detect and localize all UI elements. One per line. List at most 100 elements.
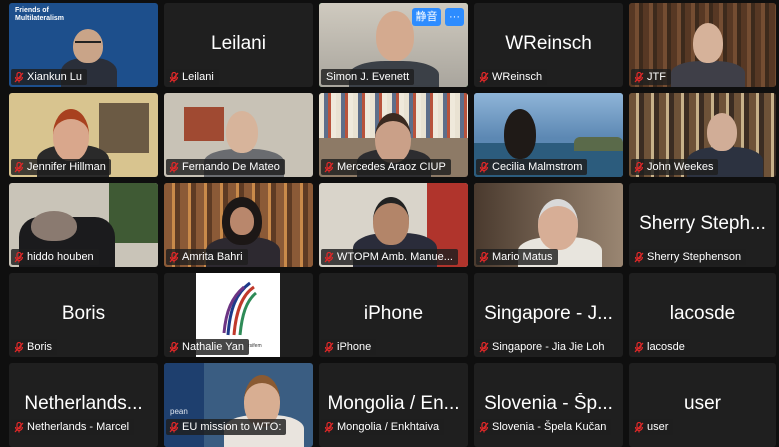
participant-name-label: lacosde bbox=[631, 339, 690, 355]
participant-tile[interactable]: Slovenia - Šp... Slovenia - Špela Kučan bbox=[474, 363, 623, 447]
participant-name: Jennifer Hillman bbox=[27, 161, 106, 173]
participant-name-label: John Weekes bbox=[631, 159, 719, 175]
participant-tile[interactable]: WTOPM Amb. Manue... bbox=[319, 183, 468, 267]
more-options-button[interactable]: ··· bbox=[445, 8, 464, 26]
video-person bbox=[707, 113, 737, 151]
participant-tile[interactable]: Netherlands... Netherlands - Marcel bbox=[9, 363, 158, 447]
video-person bbox=[538, 199, 578, 250]
participant-tile-title: lacosde bbox=[669, 303, 736, 325]
participant-name-label: WTOPM Amb. Manue... bbox=[321, 249, 458, 265]
participant-name: Fernando De Mateo bbox=[182, 161, 280, 173]
participant-name: Mario Matus bbox=[492, 251, 553, 263]
participant-name: Simon J. Evenett bbox=[326, 71, 410, 83]
participant-name-label: Mario Matus bbox=[476, 249, 558, 265]
participant-tile[interactable]: Fernando De Mateo bbox=[164, 93, 313, 177]
participant-name: iPhone bbox=[337, 341, 372, 353]
participant-tile[interactable]: WReinsch WReinsch bbox=[474, 3, 623, 87]
participant-name-label: Fernando De Mateo bbox=[166, 159, 285, 175]
participant-name: lacosde bbox=[647, 341, 685, 353]
muted-mic-icon bbox=[479, 341, 489, 353]
muted-mic-icon bbox=[479, 421, 489, 433]
muted-mic-icon bbox=[14, 161, 24, 173]
participant-tile[interactable]: JTF bbox=[629, 3, 776, 87]
video-person bbox=[504, 109, 536, 159]
participant-tile[interactable]: Mongolia / En... Mongolia / Enkhtaiva bbox=[319, 363, 468, 447]
muted-mic-icon bbox=[479, 71, 489, 83]
muted-mic-icon bbox=[634, 251, 644, 263]
participant-tile[interactable]: Amrita Bahri bbox=[164, 183, 313, 267]
participant-name: Leilani bbox=[182, 71, 214, 83]
video-background bbox=[99, 103, 149, 153]
participant-name: hiddo houben bbox=[27, 251, 94, 263]
participant-tile[interactable]: Sherry Steph... Sherry Stephenson bbox=[629, 183, 776, 267]
participant-tile-title: user bbox=[684, 393, 721, 415]
mute-button[interactable]: 静音 bbox=[412, 8, 441, 26]
participant-tile[interactable]: John Weekes bbox=[629, 93, 776, 177]
muted-mic-icon bbox=[14, 341, 24, 353]
muted-mic-icon bbox=[169, 341, 179, 353]
participant-name: Boris bbox=[27, 341, 53, 353]
participant-name-label: hiddo houben bbox=[11, 249, 99, 265]
participant-name-label: Singapore - Jia Jie Loh bbox=[476, 339, 610, 355]
muted-mic-icon bbox=[169, 161, 179, 173]
participant-tile-title: Mongolia / En... bbox=[327, 393, 460, 415]
participant-tile-title: iPhone bbox=[363, 303, 424, 325]
video-background bbox=[184, 107, 224, 141]
participant-tile[interactable]: Jennifer Hillman bbox=[9, 93, 158, 177]
organization-logo bbox=[222, 281, 258, 336]
logo-line: Friends of bbox=[15, 7, 49, 14]
participant-tile[interactable]: rsifem Nathalie Yan bbox=[164, 273, 313, 357]
video-person bbox=[31, 211, 77, 241]
participant-tile[interactable]: lacosde lacosde bbox=[629, 273, 776, 357]
participant-name: JTF bbox=[647, 71, 666, 83]
muted-mic-icon bbox=[634, 71, 644, 83]
participant-tile-title: Singapore - J... bbox=[484, 303, 613, 325]
participant-name-label: EU mission to WTO: bbox=[166, 419, 287, 435]
muted-mic-icon bbox=[479, 251, 489, 263]
muted-mic-icon bbox=[14, 421, 24, 433]
participant-tile-title: Boris bbox=[61, 303, 106, 325]
participant-tile[interactable]: user user bbox=[629, 363, 776, 447]
video-person bbox=[671, 61, 745, 87]
participant-name: Mercedes Araoz CIUP bbox=[337, 161, 446, 173]
participant-name-label: Cecilia Malmstrom bbox=[476, 159, 588, 175]
video-person bbox=[230, 207, 254, 235]
participant-tile[interactable]: pean EU mission to WTO: bbox=[164, 363, 313, 447]
participant-name-label: user bbox=[631, 419, 674, 435]
participant-tile[interactable]: Mario Matus bbox=[474, 183, 623, 267]
video-background bbox=[109, 183, 158, 243]
participant-tile[interactable]: Singapore - J... Singapore - Jia Jie Loh bbox=[474, 273, 623, 357]
participant-tile[interactable]: Leilani Leilani bbox=[164, 3, 313, 87]
participant-tile-title: Sherry Steph... bbox=[639, 213, 766, 235]
participant-name: WReinsch bbox=[492, 71, 543, 83]
video-person bbox=[226, 111, 258, 153]
participant-tile[interactable]: hiddo houben bbox=[9, 183, 158, 267]
muted-mic-icon bbox=[634, 421, 644, 433]
video-person bbox=[375, 113, 411, 163]
video-person bbox=[373, 197, 409, 245]
participant-name: Slovenia - Špela Kučan bbox=[492, 421, 607, 433]
participant-tile[interactable]: Cecilia Malmstrom bbox=[474, 93, 623, 177]
participant-tile[interactable]: Boris Boris bbox=[9, 273, 158, 357]
participant-name: Sherry Stephenson bbox=[647, 251, 742, 263]
participant-name: Mongolia / Enkhtaiva bbox=[337, 421, 440, 433]
participant-tile[interactable]: Mercedes Araoz CIUP bbox=[319, 93, 468, 177]
participant-tile[interactable]: Friends of Multilateralism Xiankun Lu bbox=[9, 3, 158, 87]
participant-tile[interactable]: iPhone iPhone bbox=[319, 273, 468, 357]
video-person bbox=[376, 11, 414, 61]
participant-name-label: Amrita Bahri bbox=[166, 249, 248, 265]
participant-name-label: Sherry Stephenson bbox=[631, 249, 747, 265]
participant-name-label: Leilani bbox=[166, 69, 219, 85]
participant-name: Amrita Bahri bbox=[182, 251, 243, 263]
participant-name: Netherlands - Marcel bbox=[27, 421, 130, 433]
participant-tile-title: Leilani bbox=[211, 33, 266, 55]
muted-mic-icon bbox=[14, 251, 24, 263]
participant-tile-active-speaker[interactable]: 静音 ··· Simon J. Evenett bbox=[319, 3, 468, 87]
participant-name-label: Xiankun Lu bbox=[11, 69, 88, 85]
muted-mic-icon bbox=[324, 421, 334, 433]
muted-mic-icon bbox=[324, 161, 334, 173]
participant-name: user bbox=[647, 421, 669, 433]
participant-name-label: Boris bbox=[11, 339, 58, 355]
participant-name-label: Mongolia / Enkhtaiva bbox=[321, 419, 445, 435]
muted-mic-icon bbox=[169, 421, 179, 433]
